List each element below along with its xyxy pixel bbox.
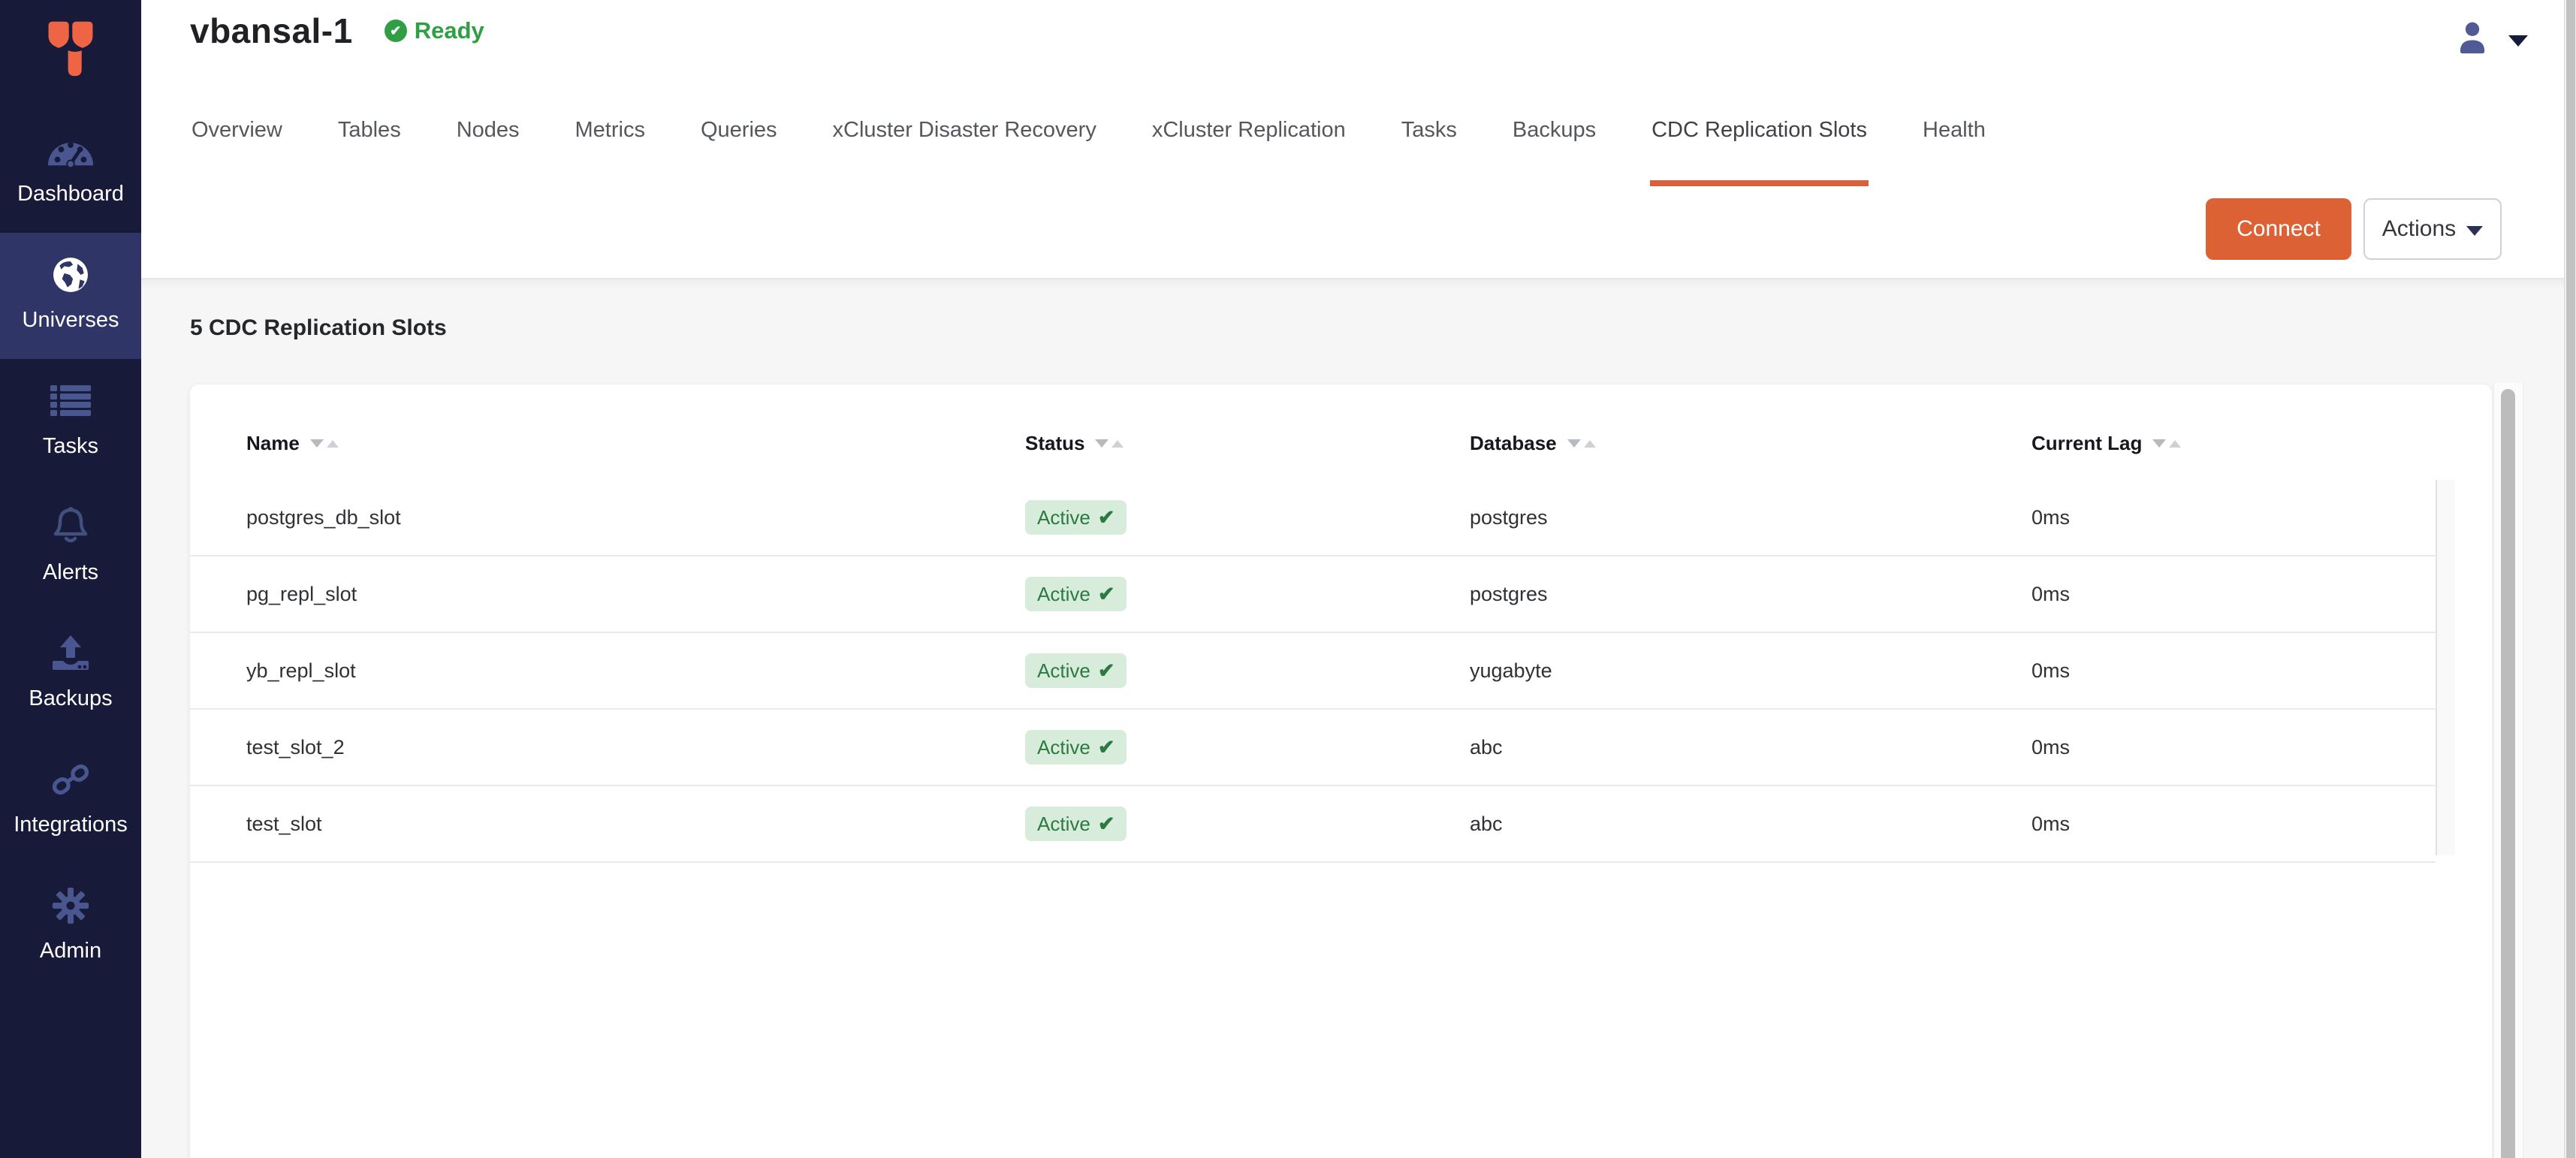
current-lag-cell: 0ms [2032,736,2436,759]
column-header-current-lag: Current Lag [2032,432,2142,455]
sidebar-item-label: Admin [40,939,101,963]
database-cell: yugabyte [1470,659,2032,683]
sidebar-item-admin[interactable]: Admin [0,864,141,990]
database-cell: postgres [1470,583,2032,606]
sidebar-item-tasks[interactable]: Tasks [0,359,141,485]
cdc-slots-panel: 5 CDC Replication Slots Name Status Data… [141,279,2564,1158]
slot-name-cell: yb_repl_slot [190,659,1025,683]
tab-xcluster-replication[interactable]: xCluster Replication [1151,98,1347,186]
column-header-status: Status [1025,432,1084,455]
plug-icon [49,760,92,799]
table-row[interactable]: yb_repl_slot Active✔ yugabyte 0ms [190,633,2436,710]
current-lag-cell: 0ms [2032,583,2436,606]
sidebar-item-universes[interactable]: Universes [0,233,141,359]
content-scrollbar-thumb[interactable] [2501,389,2515,1158]
status-badge: Active✔ [1025,653,1127,688]
sidebar-item-integrations[interactable]: Integrations [0,737,141,864]
actions-button[interactable]: Actions [2363,198,2502,260]
status-badge: Active✔ [1025,500,1127,535]
status-badge: Active✔ [1025,730,1127,764]
check-icon: ✔ [1098,736,1115,759]
table-row[interactable]: pg_repl_slot Active✔ postgres 0ms [190,556,2436,633]
current-lag-cell: 0ms [2032,659,2436,683]
sidebar-item-label: Tasks [43,434,98,458]
database-cell: postgres [1470,506,2032,529]
user-menu-button[interactable] [2456,17,2528,59]
tab-metrics[interactable]: Metrics [574,98,647,186]
slots-count-heading: 5 CDC Replication Slots [190,315,447,341]
window-scrollbar-thumb[interactable] [2566,0,2575,1158]
tab-queries[interactable]: Queries [699,98,779,186]
current-lag-cell: 0ms [2032,813,2436,836]
table-row[interactable]: postgres_db_slot Active✔ postgres 0ms [190,480,2436,556]
universe-header: vbansal-1 ✔ Ready Overview Tables Nodes … [141,0,2564,279]
table-row[interactable]: test_slot Active✔ abc 0ms [190,786,2436,863]
current-lag-cell: 0ms [2032,506,2436,529]
yugabyte-logo-icon[interactable] [0,0,141,107]
table-row[interactable]: test_slot_2 Active✔ abc 0ms [190,710,2436,786]
sidebar-item-label: Integrations [14,813,128,837]
dashboard-gauge-icon [47,129,94,168]
slot-name-cell: test_slot [190,813,1025,836]
chevron-down-icon [2466,226,2483,236]
sort-carets-icon[interactable] [310,439,339,448]
status-badge: Active✔ [1025,577,1127,611]
content-scrollbar-track[interactable] [2493,383,2523,1158]
sidebar-item-backups[interactable]: Backups [0,611,141,737]
slot-name-cell: test_slot_2 [190,736,1025,759]
slot-name-cell: postgres_db_slot [190,506,1025,529]
slots-table-card: Name Status Database Current Lag postgre… [190,384,2492,1158]
user-icon [2456,17,2489,59]
sort-carets-icon[interactable] [2152,439,2181,448]
table-body: postgres_db_slot Active✔ postgres 0ms pg… [190,480,2436,863]
sort-carets-icon[interactable] [1567,439,1596,448]
actions-button-label: Actions [2382,216,2456,242]
gear-icon [51,886,90,925]
tab-xcluster-disaster-recovery[interactable]: xCluster Disaster Recovery [831,98,1098,186]
task-list-icon [49,381,92,421]
tab-tables[interactable]: Tables [336,98,403,186]
table-header-row: Name Status Database Current Lag [190,384,2492,480]
database-cell: abc [1470,813,2032,836]
database-cell: abc [1470,736,2032,759]
connect-button[interactable]: Connect [2206,198,2351,260]
sort-carets-icon[interactable] [1095,439,1124,448]
tab-health[interactable]: Health [1921,98,1987,186]
tab-overview[interactable]: Overview [190,98,284,186]
column-header-database: Database [1470,432,1557,455]
check-icon: ✔ [1098,506,1115,529]
chevron-down-icon [2508,35,2528,47]
check-icon: ✔ [1098,813,1115,836]
window-scrollbar-track[interactable] [2564,0,2576,1158]
globe-icon [52,255,89,294]
sidebar-item-label: Backups [29,686,112,710]
status-badge: Active✔ [1025,807,1127,841]
column-header-name: Name [246,432,300,455]
check-icon: ✔ [1098,659,1115,683]
universe-tab-bar: Overview Tables Nodes Metrics Queries xC… [190,98,2040,186]
page-title: vbansal-1 [190,11,353,51]
sidebar-item-dashboard[interactable]: Dashboard [0,107,141,233]
status-badge: ✔ Ready [385,17,484,44]
check-icon: ✔ [1098,583,1115,606]
tab-backups[interactable]: Backups [1511,98,1597,186]
table-scrollbar-track[interactable] [2436,480,2455,855]
status-label: Ready [415,17,484,44]
sidebar-item-label: Alerts [43,560,98,584]
sidebar-item-alerts[interactable]: Alerts [0,485,141,611]
upload-icon [50,634,92,673]
tab-tasks[interactable]: Tasks [1400,98,1458,186]
tab-nodes[interactable]: Nodes [455,98,521,186]
slot-name-cell: pg_repl_slot [190,583,1025,606]
bell-icon [51,508,90,547]
sidebar: Dashboard Universes Tas [0,0,141,1158]
tab-cdc-replication-slots[interactable]: CDC Replication Slots [1650,98,1869,186]
sidebar-item-label: Universes [23,308,119,332]
sidebar-item-label: Dashboard [17,182,124,206]
check-circle-icon: ✔ [385,20,407,42]
